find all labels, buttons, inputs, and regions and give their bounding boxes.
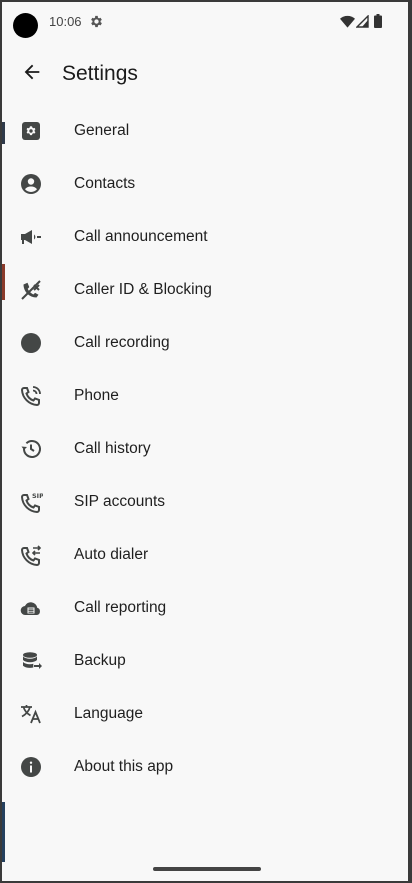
settings-item-label: SIP accounts xyxy=(74,493,166,510)
megaphone-icon xyxy=(19,225,43,249)
history-icon xyxy=(19,437,43,461)
wifi-icon xyxy=(340,15,355,28)
settings-list: General Contacts Call announcement Calle… xyxy=(2,104,408,793)
settings-item-label: Auto dialer xyxy=(74,546,149,563)
phone-in-talk-icon xyxy=(19,384,43,408)
settings-gear-icon xyxy=(89,14,104,29)
battery-icon xyxy=(374,14,382,28)
settings-item-auto-dialer[interactable]: Auto dialer xyxy=(2,528,408,581)
arrow-back-icon xyxy=(21,61,43,88)
gesture-nav-handle[interactable] xyxy=(153,867,261,871)
settings-screen: 10:06 Settings General Contacts Call ann… xyxy=(2,2,408,881)
settings-item-label: Backup xyxy=(74,652,126,669)
cell-signal-icon xyxy=(355,14,369,28)
record-icon xyxy=(19,331,43,355)
phone-forward-icon xyxy=(19,543,43,567)
settings-item-label: About this app xyxy=(74,758,174,775)
settings-item-language[interactable]: Language xyxy=(2,687,408,740)
gear-icon xyxy=(19,119,43,143)
account-circle-icon xyxy=(19,172,43,196)
phone-blocked-icon xyxy=(19,278,43,302)
settings-item-label: Contacts xyxy=(74,175,136,192)
sip-phone-icon: SIP xyxy=(19,490,43,514)
status-bar: 10:06 xyxy=(2,2,408,42)
settings-item-label: Language xyxy=(74,705,143,722)
app-bar: Settings xyxy=(2,50,408,98)
settings-item-label: Caller ID & Blocking xyxy=(74,281,212,298)
settings-item-label: Phone xyxy=(74,387,119,404)
page-title: Settings xyxy=(62,62,138,85)
settings-item-label: Call recording xyxy=(74,334,170,351)
cloud-report-icon xyxy=(19,596,43,620)
settings-item-phone[interactable]: Phone xyxy=(2,369,408,422)
settings-item-contacts[interactable]: Contacts xyxy=(2,157,408,210)
settings-item-call-reporting[interactable]: Call reporting xyxy=(2,581,408,634)
settings-item-general[interactable]: General xyxy=(2,104,408,157)
database-export-icon xyxy=(19,649,43,673)
settings-item-caller-id-blocking[interactable]: Caller ID & Blocking xyxy=(2,263,408,316)
settings-item-backup[interactable]: Backup xyxy=(2,634,408,687)
camera-cutout xyxy=(13,13,38,38)
back-button[interactable] xyxy=(14,56,50,92)
settings-item-about[interactable]: About this app xyxy=(2,740,408,793)
status-clock: 10:06 xyxy=(49,14,82,29)
settings-item-call-history[interactable]: Call history xyxy=(2,422,408,475)
svg-text:SIP: SIP xyxy=(32,492,43,500)
settings-item-call-recording[interactable]: Call recording xyxy=(2,316,408,369)
settings-item-label: General xyxy=(74,122,130,139)
translate-icon xyxy=(19,702,43,726)
settings-item-call-announcement[interactable]: Call announcement xyxy=(2,210,408,263)
background-app-edge xyxy=(2,802,5,862)
settings-item-label: Call history xyxy=(74,440,151,457)
info-icon xyxy=(19,755,43,779)
settings-item-label: Call announcement xyxy=(74,228,208,245)
settings-item-sip-accounts[interactable]: SIP SIP accounts xyxy=(2,475,408,528)
settings-item-label: Call reporting xyxy=(74,599,167,616)
